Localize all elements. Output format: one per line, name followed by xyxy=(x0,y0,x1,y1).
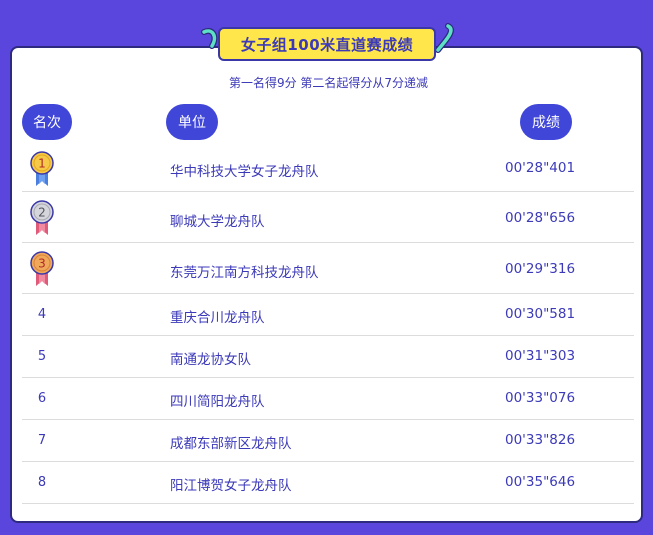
bronze-medal-label: 3 xyxy=(38,257,46,271)
silver-medal-icon: 2 xyxy=(22,199,62,237)
title-banner: 女子组100米直道赛成绩 xyxy=(198,20,460,70)
table-row: 5 南通龙协女队 00'31"303 xyxy=(22,336,634,378)
score-value: 00'28"656 xyxy=(505,210,576,226)
table-row: 8 阳江博贺女子龙舟队 00'35"646 xyxy=(22,462,634,504)
header-rank: 名次 xyxy=(22,104,72,140)
scoring-subtitle: 第一名得9分 第二名起得分从7分递减 xyxy=(228,76,429,90)
rank-number: 7 xyxy=(37,433,47,448)
page-title: 女子组100米直道赛成绩 xyxy=(218,27,436,61)
bronze-medal-icon: 3 xyxy=(22,250,62,288)
score-value: 00'29"316 xyxy=(505,261,576,277)
table-row: 6 四川简阳龙舟队 00'33"076 xyxy=(22,378,634,420)
score-value: 00'30"581 xyxy=(505,306,576,322)
score-value: 00'28"401 xyxy=(505,160,576,176)
unit-name: 重庆合川龙舟队 xyxy=(170,310,265,326)
table-row: 4 重庆合川龙舟队 00'30"581 xyxy=(22,294,634,336)
table-row: 7 成都东部新区龙舟队 00'33"826 xyxy=(22,420,634,462)
unit-name: 华中科技大学女子龙舟队 xyxy=(170,164,319,180)
table-row: 2 聊城大学龙舟队 00'28"656 xyxy=(22,192,634,243)
header-score: 成绩 xyxy=(520,104,572,140)
results-card: 第一名得9分 第二名起得分从7分递减 名次 单位 成绩 1 华中科技大学女子龙舟… xyxy=(10,46,643,523)
rank-number: 5 xyxy=(37,349,47,364)
gold-medal-icon: 1 xyxy=(22,150,62,188)
unit-name: 南通龙协女队 xyxy=(170,352,251,368)
score-value: 00'33"076 xyxy=(505,390,576,406)
rank-number: 8 xyxy=(37,475,47,490)
score-value: 00'35"646 xyxy=(505,474,576,490)
gold-medal-label: 1 xyxy=(38,157,46,171)
unit-name: 成都东部新区龙舟队 xyxy=(170,436,292,452)
table-row: 1 华中科技大学女子龙舟队 00'28"401 xyxy=(22,146,634,192)
unit-name: 四川简阳龙舟队 xyxy=(170,394,265,410)
score-value: 00'31"303 xyxy=(505,348,576,364)
unit-name: 聊城大学龙舟队 xyxy=(170,214,265,230)
table-row: 3 东莞万江南方科技龙舟队 00'29"316 xyxy=(22,243,634,294)
rank-number: 6 xyxy=(37,391,47,406)
score-value: 00'33"826 xyxy=(505,432,576,448)
unit-name: 东莞万江南方科技龙舟队 xyxy=(170,265,319,281)
unit-name: 阳江博贺女子龙舟队 xyxy=(170,478,292,494)
header-unit: 单位 xyxy=(166,104,218,140)
rank-number: 4 xyxy=(37,307,47,322)
silver-medal-label: 2 xyxy=(38,206,46,220)
